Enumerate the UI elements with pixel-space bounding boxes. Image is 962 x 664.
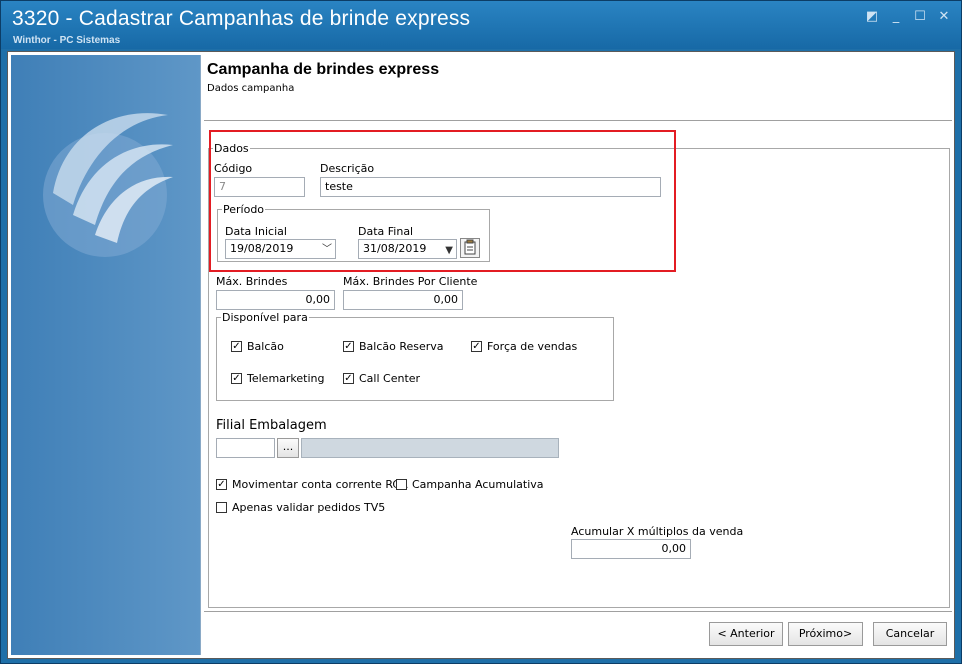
filial-code-field[interactable] xyxy=(216,438,275,458)
page-title: Campanha de brindes express xyxy=(207,61,440,78)
unchecked-box-icon[interactable] xyxy=(396,479,407,490)
cancelar-button[interactable]: Cancelar xyxy=(873,622,947,646)
check-icon[interactable]: ✓ xyxy=(216,479,227,490)
window-controls: ◩ _ ☐ ✕ xyxy=(863,9,953,25)
check-icon[interactable]: ✓ xyxy=(343,373,354,384)
call-center-checkbox[interactable]: ✓ Call Center xyxy=(343,372,420,385)
max-brindes-field[interactable]: 0,00 xyxy=(216,290,335,310)
check-icon[interactable]: ✓ xyxy=(231,341,242,352)
call-center-label: Call Center xyxy=(359,372,421,385)
close-icon[interactable]: ✕ xyxy=(935,9,953,25)
forca-vendas-label: Força de vendas xyxy=(487,340,578,353)
filial-label: Filial Embalagem xyxy=(216,418,327,433)
balcao-label: Balcão xyxy=(247,340,284,353)
forca-vendas-checkbox[interactable]: ✓ Força de vendas xyxy=(471,340,577,353)
page-subtitle: Dados campanha xyxy=(207,83,295,94)
acumulativa-label: Campanha Acumulativa xyxy=(412,478,544,491)
app-window: 3320 - Cadastrar Campanhas de brinde exp… xyxy=(0,0,962,664)
disponivel-group: Disponível para xyxy=(216,311,614,401)
page-header: Campanha de brindes express Dados campan… xyxy=(204,55,952,121)
check-icon[interactable]: ✓ xyxy=(471,341,482,352)
movimentar-label: Movimentar conta corrente RCA xyxy=(232,478,408,491)
proximo-button[interactable]: Próximo> xyxy=(788,622,863,646)
movimentar-checkbox[interactable]: ✓ Movimentar conta corrente RCA xyxy=(216,478,408,491)
balcao-checkbox[interactable]: ✓ Balcão xyxy=(231,340,284,353)
acumular-label: Acumular X múltiplos da venda xyxy=(571,525,744,538)
form-area: Dados Código 7 Descrição teste Período D… xyxy=(204,122,952,611)
title-bar[interactable]: 3320 - Cadastrar Campanhas de brinde exp… xyxy=(1,1,961,49)
check-icon[interactable]: ✓ xyxy=(343,341,354,352)
balcao-reserva-label: Balcão Reserva xyxy=(359,340,444,353)
anterior-button[interactable]: < Anterior xyxy=(709,622,783,646)
filial-name-field xyxy=(301,438,559,458)
footer-divider xyxy=(204,611,952,612)
content-panel: Campanha de brindes express Dados campan… xyxy=(204,55,952,655)
max-brindes-label: Máx. Brindes xyxy=(216,275,288,288)
minimize-icon[interactable]: _ xyxy=(887,9,905,25)
window-subtitle: Winthor - PC Sistemas xyxy=(13,35,121,46)
telemarketing-checkbox[interactable]: ✓ Telemarketing xyxy=(231,372,325,385)
acumulativa-checkbox[interactable]: Campanha Acumulativa xyxy=(396,478,544,491)
side-panel xyxy=(11,55,201,655)
highlight-box xyxy=(209,130,676,272)
telemarketing-label: Telemarketing xyxy=(247,372,325,385)
balcao-reserva-checkbox[interactable]: ✓ Balcão Reserva xyxy=(343,340,444,353)
acumular-field[interactable]: 0,00 xyxy=(571,539,691,559)
restore-icon[interactable]: ◩ xyxy=(863,9,881,25)
apenas-tv5-label: Apenas validar pedidos TV5 xyxy=(232,501,386,514)
winthor-logo-icon xyxy=(43,113,173,257)
maximize-icon[interactable]: ☐ xyxy=(911,9,929,25)
client-area: Campanha de brindes express Dados campan… xyxy=(7,51,955,659)
max-por-cliente-label: Máx. Brindes Por Cliente xyxy=(343,275,478,288)
filial-browse-button[interactable]: ... xyxy=(277,438,299,458)
max-por-cliente-field[interactable]: 0,00 xyxy=(343,290,463,310)
window-title: 3320 - Cadastrar Campanhas de brinde exp… xyxy=(12,7,471,30)
apenas-tv5-checkbox[interactable]: Apenas validar pedidos TV5 xyxy=(216,501,385,514)
disponivel-legend: Disponível para xyxy=(222,311,308,324)
unchecked-box-icon[interactable] xyxy=(216,502,227,513)
check-icon[interactable]: ✓ xyxy=(231,373,242,384)
